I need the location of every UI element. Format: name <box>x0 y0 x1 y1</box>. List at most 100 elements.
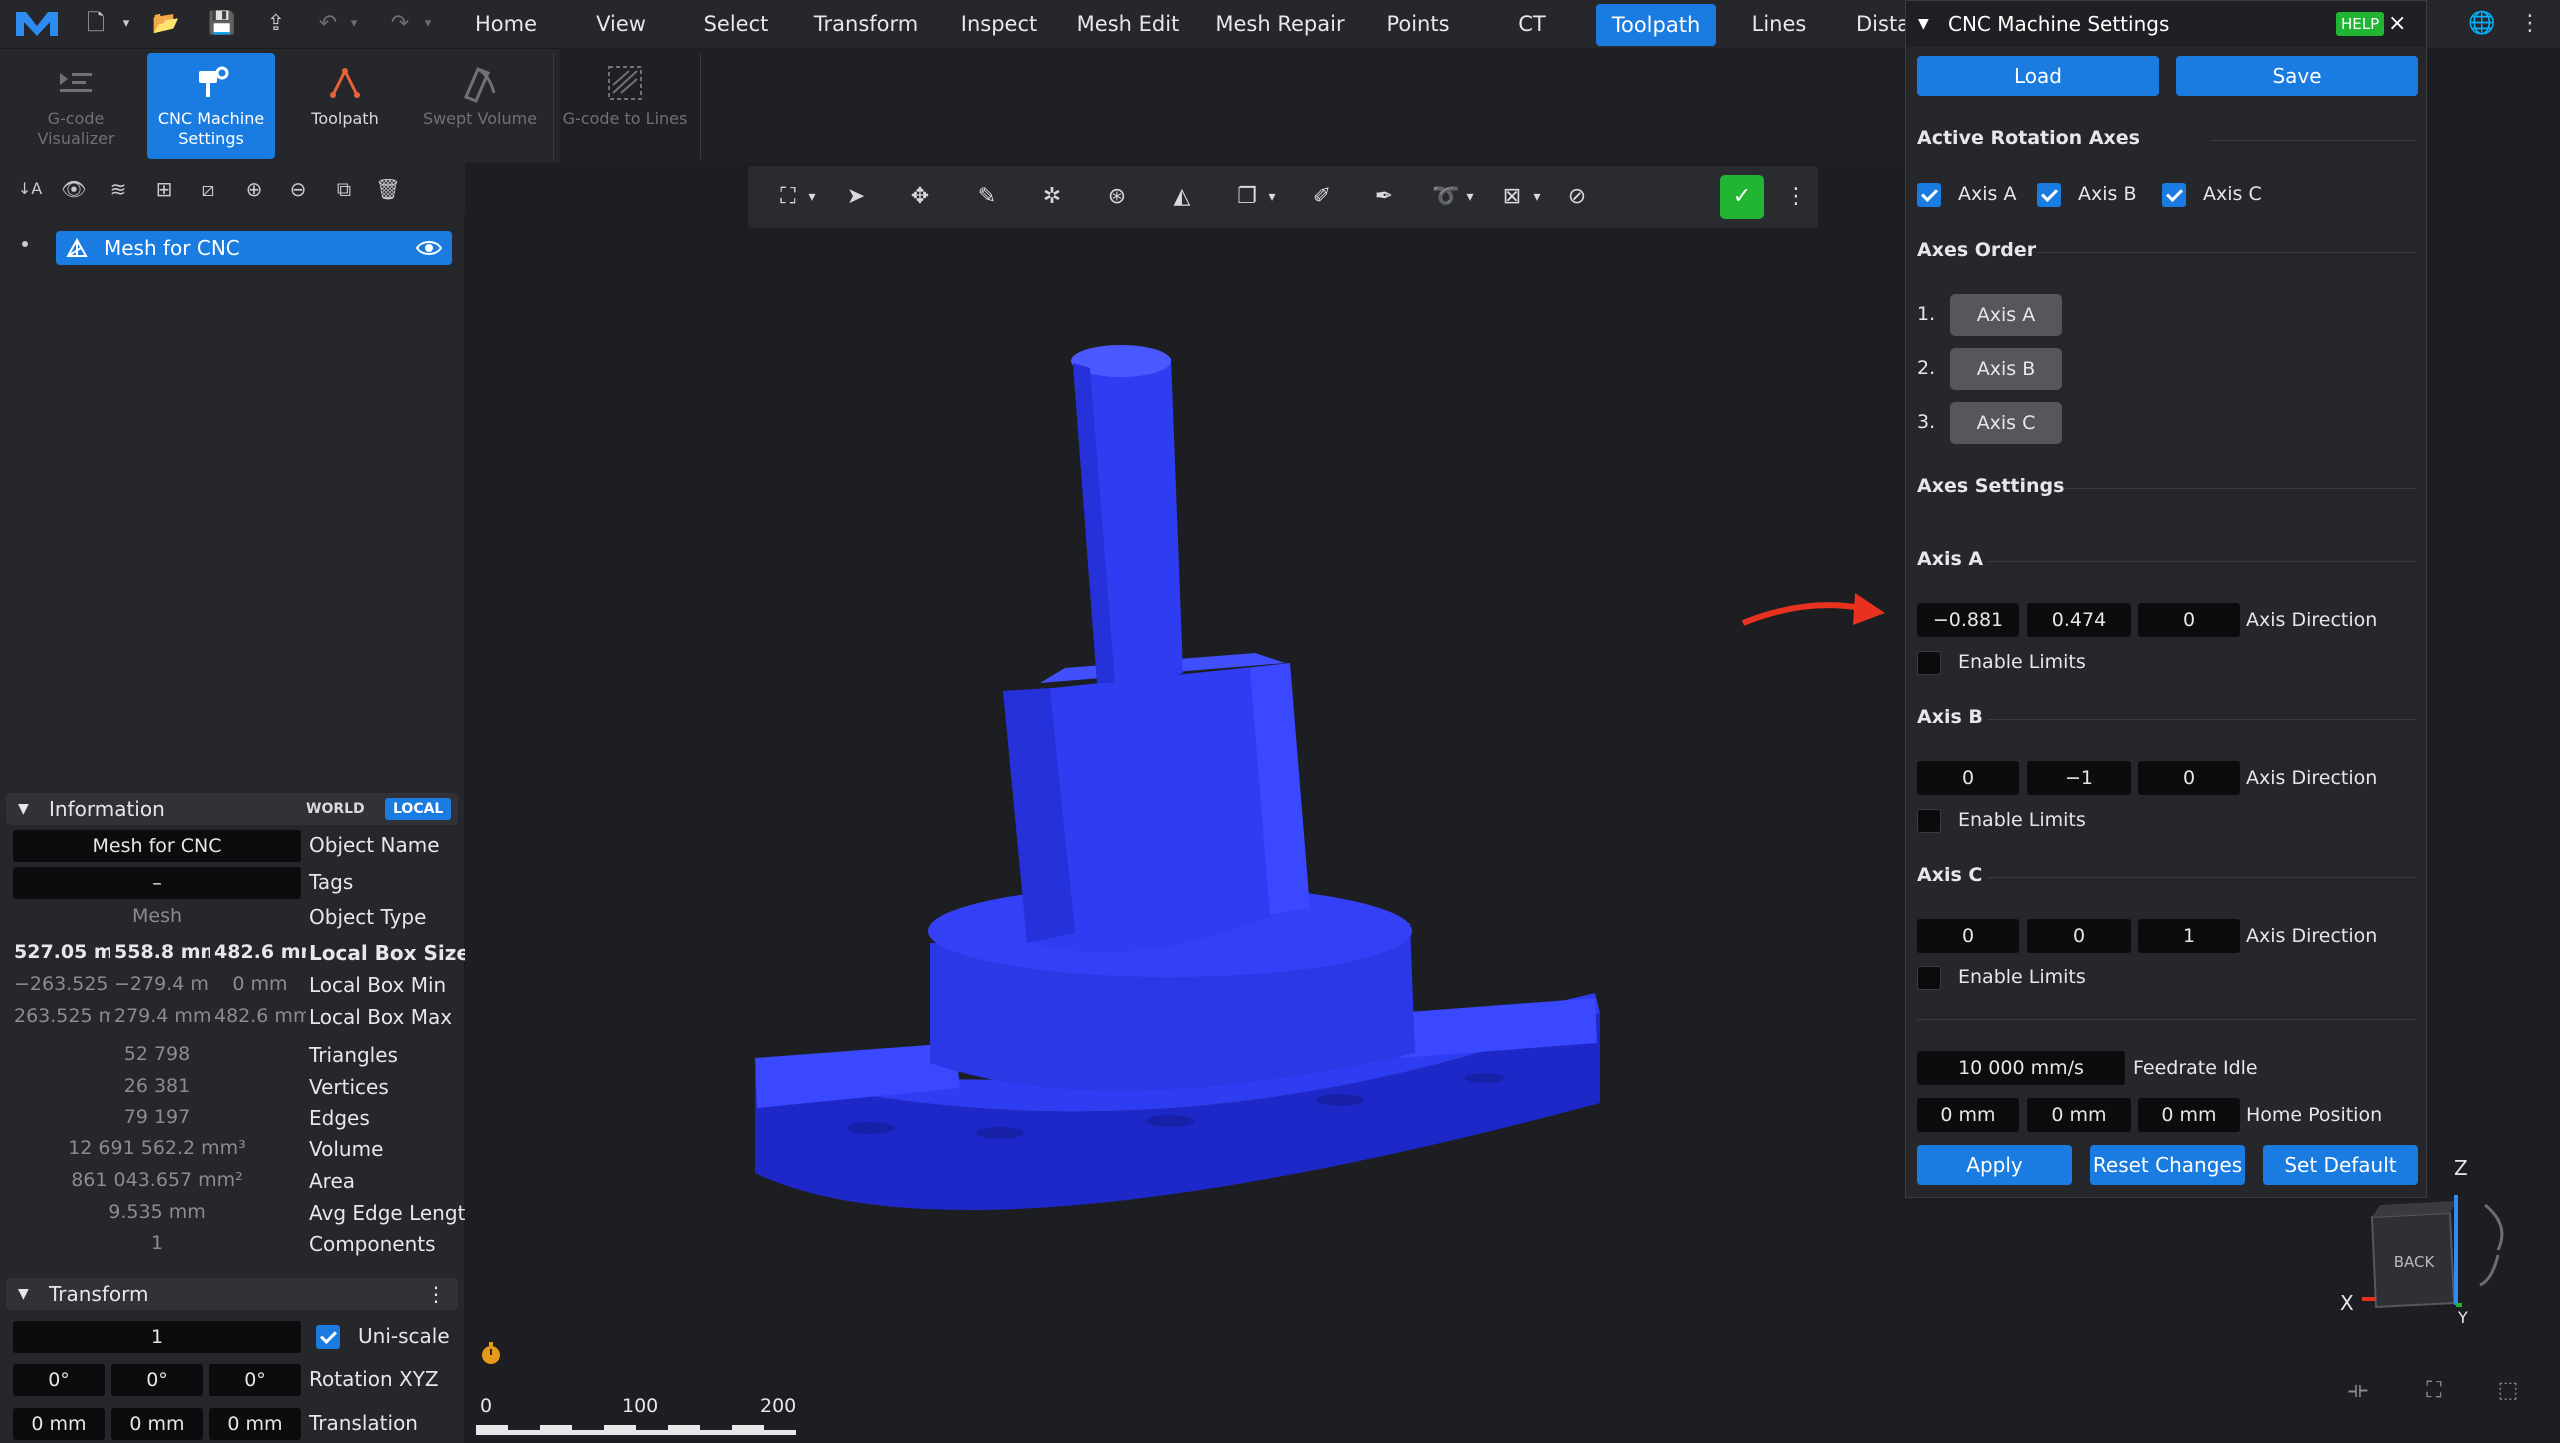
hide-icon[interactable]: ≋ <box>104 175 132 203</box>
paint-select-icon[interactable]: ✎ <box>973 183 1001 211</box>
sort-icon[interactable]: ↓A <box>16 175 44 203</box>
close-icon[interactable]: × <box>2388 1 2406 47</box>
select-all-icon[interactable]: ⊞ <box>150 175 178 203</box>
axis-b-limits-checkbox[interactable] <box>1917 809 1941 833</box>
3d-viewport[interactable] <box>465 163 1905 1443</box>
select-cursor-icon[interactable]: ➤ <box>842 183 870 211</box>
timer-icon[interactable] <box>478 1340 504 1366</box>
swept-volume-button[interactable]: Swept Volume <box>415 53 545 159</box>
axis-a-dir-y[interactable]: 0.474 <box>2027 603 2131 637</box>
menu-ct[interactable]: CT <box>1510 0 1554 49</box>
save-icon[interactable]: 💾 <box>208 10 236 38</box>
uniscale-checkbox[interactable] <box>316 1325 340 1349</box>
box-select-dropdown-icon[interactable]: ▾ <box>1523 183 1551 211</box>
apply-button[interactable]: Apply <box>1917 1145 2072 1185</box>
zoom-fit-icon[interactable]: ⛶ <box>2416 1378 2452 1410</box>
move-up-icon[interactable]: ⊕ <box>240 175 268 203</box>
local-toggle[interactable]: LOCAL <box>385 798 452 820</box>
object-name-field[interactable]: Mesh for CNC <box>13 830 301 862</box>
shapes-icon[interactable]: ◭ <box>1168 183 1196 211</box>
reset-changes-button[interactable]: Reset Changes <box>2090 1145 2245 1185</box>
translation-z-field[interactable]: 0 mm <box>209 1408 301 1440</box>
axis-b-dir-z[interactable]: 0 <box>2138 761 2240 795</box>
menu-lines[interactable]: Lines <box>1746 0 1812 49</box>
axis-b-dir-x[interactable]: 0 <box>1917 761 2019 795</box>
axis-a-dir-x[interactable]: −0.881 <box>1917 603 2019 637</box>
menu-toolpath[interactable]: Toolpath <box>1596 4 1716 46</box>
language-globe-icon[interactable]: 🌐 <box>2468 10 2496 38</box>
translation-x-field[interactable]: 0 mm <box>13 1408 105 1440</box>
transform-options-icon[interactable]: ⋮ <box>426 1278 446 1310</box>
toolpath-button[interactable]: Toolpath <box>290 53 400 159</box>
help-button[interactable]: HELP <box>2336 12 2385 36</box>
clone-dropdown-icon[interactable]: ▾ <box>1258 183 1286 211</box>
feedrate-idle-field[interactable]: 10 000 mm/s <box>1917 1051 2125 1085</box>
active-axis-c-checkbox[interactable] <box>2162 183 2186 207</box>
home-y-field[interactable]: 0 mm <box>2027 1098 2131 1132</box>
menu-view[interactable]: View <box>586 0 656 49</box>
redo-dropdown-icon[interactable]: ▾ <box>414 10 442 38</box>
lasso-dropdown-icon[interactable]: ▾ <box>1456 183 1484 211</box>
translation-y-field[interactable]: 0 mm <box>111 1408 203 1440</box>
axis-c-dir-y[interactable]: 0 <box>2027 919 2131 953</box>
menu-home[interactable]: Home <box>466 0 546 49</box>
order-axis-c[interactable]: Axis C <box>1950 402 2062 444</box>
move-icon[interactable]: ✥ <box>906 183 934 211</box>
open-folder-icon[interactable]: 📂 <box>152 10 180 38</box>
home-z-field[interactable]: 0 mm <box>2138 1098 2240 1132</box>
home-x-field[interactable]: 0 mm <box>1917 1098 2019 1132</box>
axis-c-dir-z[interactable]: 1 <box>2138 919 2240 953</box>
menu-points[interactable]: Points <box>1378 0 1458 49</box>
delete-icon[interactable]: 🗑 <box>374 175 402 203</box>
load-button[interactable]: Load <box>1917 56 2159 96</box>
undo-dropdown-icon[interactable]: ▾ <box>340 10 368 38</box>
menu-transform[interactable]: Transform <box>808 0 924 49</box>
more-options-icon[interactable]: ⋮ <box>1782 183 1810 211</box>
axis-c-limits-checkbox[interactable] <box>1917 966 1941 990</box>
active-axis-a-checkbox[interactable] <box>1917 183 1941 207</box>
cnc-machine-settings-button[interactable]: CNC Machine Settings <box>147 53 275 159</box>
active-axis-b-checkbox[interactable] <box>2037 183 2061 207</box>
menu-inspect[interactable]: Inspect <box>955 0 1043 49</box>
new-file-icon[interactable]: 🗋 <box>82 10 110 38</box>
information-header[interactable]: ▼ Information WORLD LOCAL <box>6 793 458 825</box>
collapse-chevron-icon[interactable]: ▼ <box>1918 1 1929 47</box>
export-icon[interactable]: ⇪ <box>262 10 290 38</box>
navigation-cube[interactable]: BACK Z X Y <box>2320 1155 2520 1325</box>
visibility-eye-icon[interactable] <box>416 238 442 258</box>
scale-field[interactable]: 1 <box>13 1321 301 1353</box>
ruler-icon[interactable]: ⟛ <box>2340 1378 2376 1410</box>
view-cube-icon[interactable]: ⬚ <box>2490 1378 2526 1410</box>
rotation-z-field[interactable]: 0° <box>209 1364 301 1396</box>
deselect-icon[interactable]: ⧄ <box>194 175 222 203</box>
check-icon[interactable]: ✓ <box>1720 175 1764 219</box>
order-axis-a[interactable]: Axis A <box>1950 294 2062 336</box>
world-toggle[interactable]: WORLD <box>298 798 373 820</box>
gcode-visualizer-button[interactable]: G-code Visualizer <box>8 53 144 159</box>
show-icon[interactable]: 👁 <box>60 175 88 203</box>
save-button[interactable]: Save <box>2176 56 2418 96</box>
box-select-icon[interactable]: ⊠ <box>1498 183 1526 211</box>
menu-mesh-repair[interactable]: Mesh Repair <box>1210 0 1350 49</box>
more-menu-icon[interactable]: ⋮ <box>2516 10 2544 38</box>
pen-icon[interactable]: ✒ <box>1370 183 1398 211</box>
menu-mesh-edit[interactable]: Mesh Edit <box>1072 0 1184 49</box>
menu-distance[interactable]: Dista <box>1856 0 1906 49</box>
copy-icon[interactable]: ⧉ <box>330 175 358 203</box>
brush-icon[interactable]: ✐ <box>1308 183 1336 211</box>
rotation-x-field[interactable]: 0° <box>13 1364 105 1396</box>
mesh-render[interactable] <box>465 163 1905 1443</box>
rotation-y-field[interactable]: 0° <box>111 1364 203 1396</box>
gcode-to-lines-button[interactable]: G-code to Lines <box>560 53 690 159</box>
move-down-icon[interactable]: ⊖ <box>284 175 312 203</box>
menu-select[interactable]: Select <box>696 0 776 49</box>
order-axis-b[interactable]: Axis B <box>1950 348 2062 390</box>
axis-a-dir-z[interactable]: 0 <box>2138 603 2240 637</box>
undo-icon[interactable]: ↶ <box>314 10 342 38</box>
rotate-icon[interactable]: ✲ <box>1038 183 1066 211</box>
scene-item-mesh[interactable]: Mesh for CNC <box>56 231 452 265</box>
new-dropdown-icon[interactable]: ▾ <box>112 10 140 38</box>
redo-icon[interactable]: ↷ <box>386 10 414 38</box>
axis-b-dir-y[interactable]: −1 <box>2027 761 2131 795</box>
tags-field[interactable]: – <box>13 867 301 899</box>
